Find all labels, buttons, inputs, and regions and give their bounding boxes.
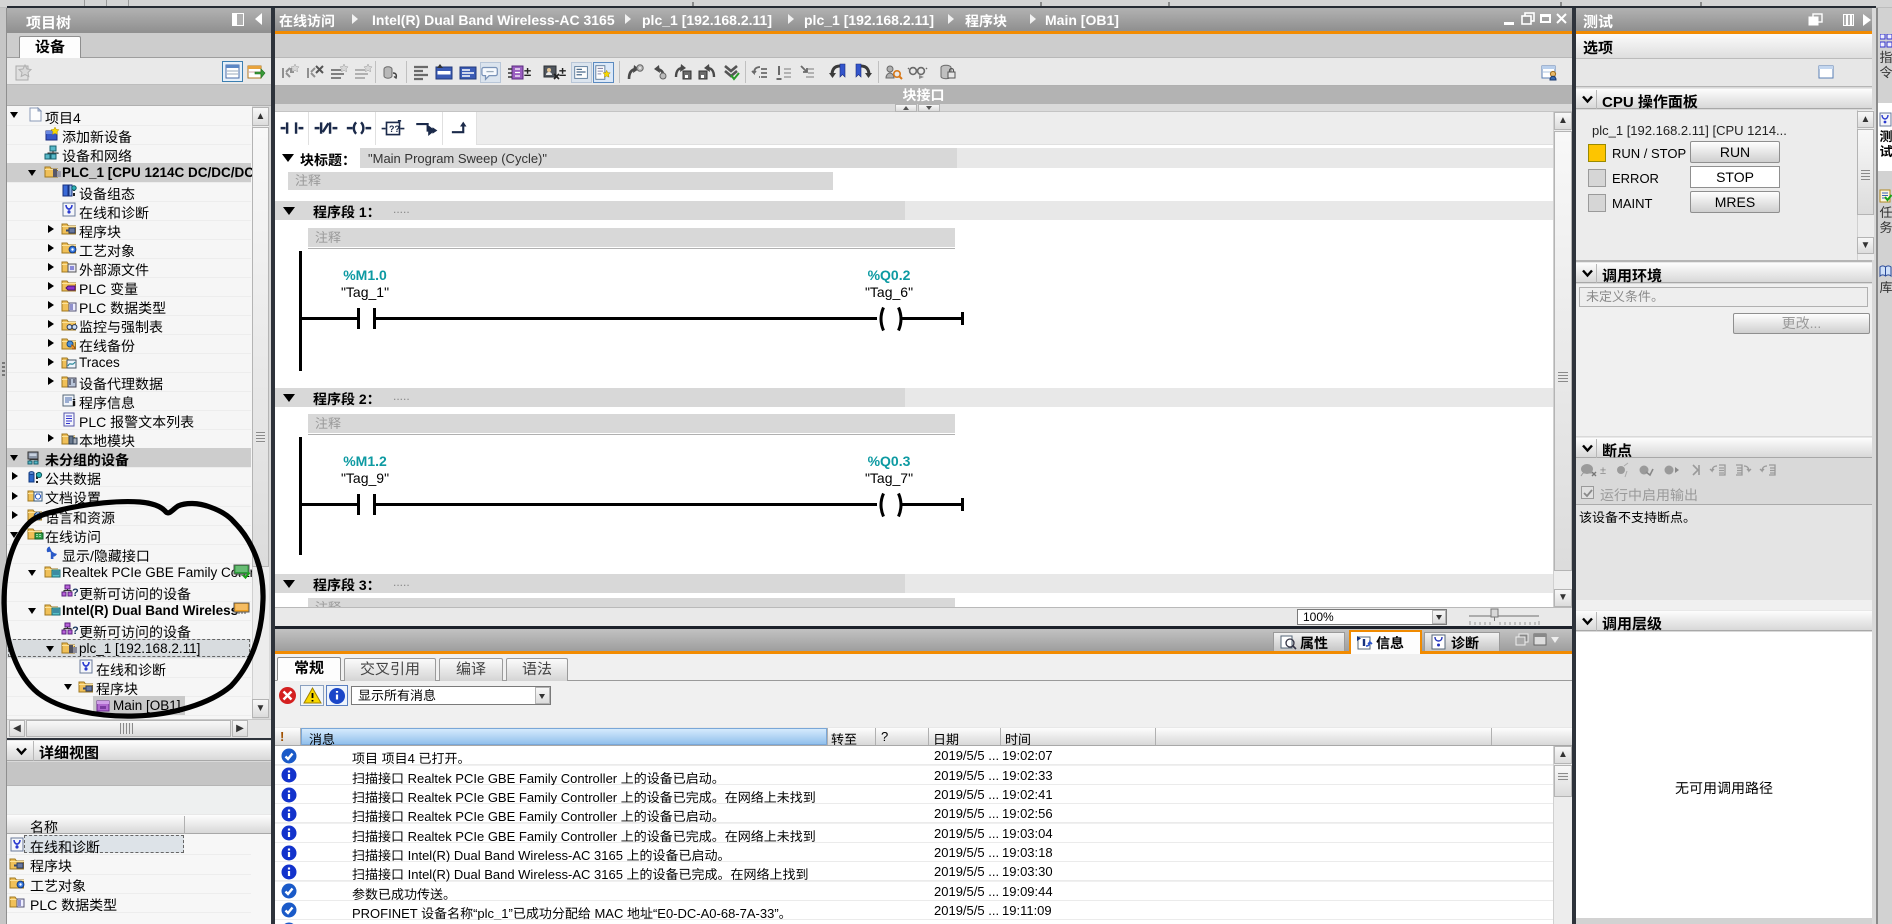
svg-text:?: ? xyxy=(72,587,79,598)
svg-text:??: ?? xyxy=(389,124,400,134)
svg-text:?: ? xyxy=(72,625,79,636)
svg-text:±: ± xyxy=(1600,465,1606,477)
